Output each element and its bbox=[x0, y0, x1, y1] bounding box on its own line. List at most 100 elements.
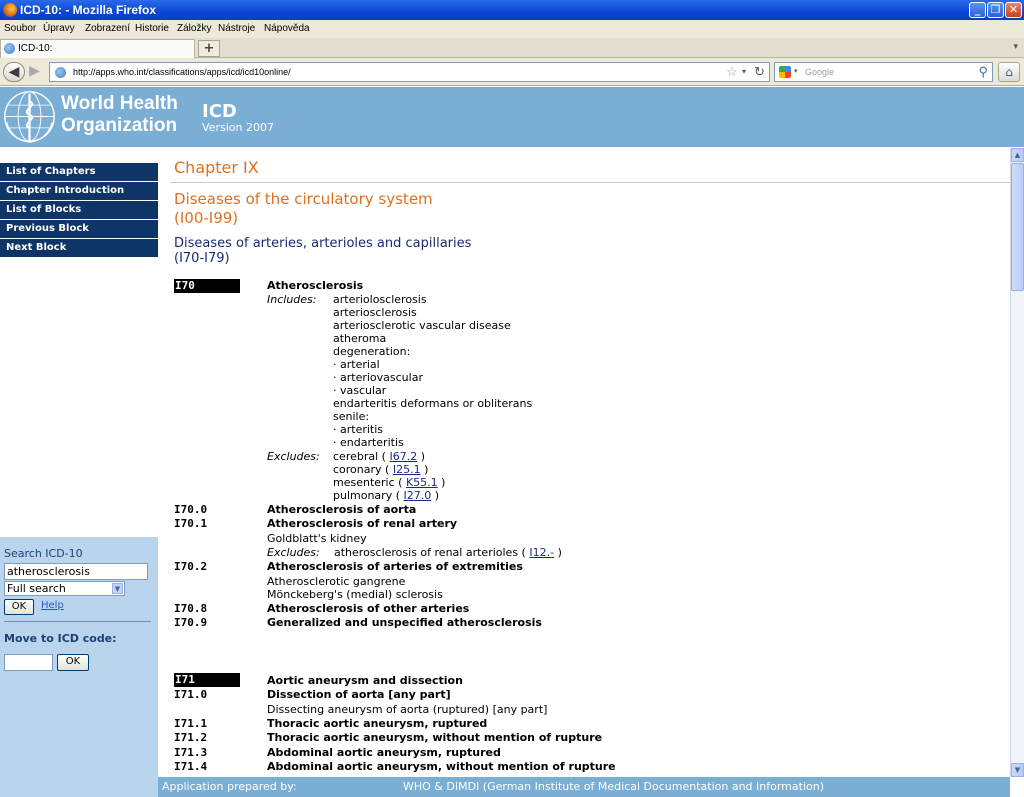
tab-label: ICD-10: bbox=[18, 43, 53, 54]
includes-item: · arteriovascular bbox=[333, 371, 423, 384]
chapter-title: Diseases of the circulatory system (I00-… bbox=[174, 190, 433, 228]
url-text: http://apps.who.int/classifications/apps… bbox=[73, 67, 291, 77]
footer-prepared-by: Application prepared by: bbox=[162, 780, 297, 793]
scroll-up-icon[interactable]: ▲ bbox=[1011, 148, 1024, 162]
url-bar[interactable]: http://apps.who.int/classifications/apps… bbox=[49, 62, 770, 82]
includes-item: · arterial bbox=[333, 358, 380, 371]
window-title-bar: ICD-10: - Mozilla Firefox _ ❐ ✕ bbox=[0, 0, 1024, 20]
back-button[interactable]: ◀ bbox=[3, 62, 25, 82]
menu-napoveda[interactable]: Nápověda bbox=[264, 23, 310, 34]
search-icon[interactable]: ⚲ bbox=[978, 64, 988, 80]
subcategory-code: I70.2 bbox=[174, 560, 208, 573]
ref-link-i12[interactable]: I12.- bbox=[529, 546, 554, 559]
menu-soubor[interactable]: Soubor bbox=[4, 23, 36, 34]
menu-zalozky[interactable]: Záložky bbox=[177, 23, 211, 34]
home-button[interactable]: ⌂ bbox=[998, 62, 1020, 82]
search-heading: Search ICD-10 bbox=[4, 547, 83, 560]
bookmark-star-icon[interactable]: ☆ bbox=[726, 64, 738, 80]
excludes-item: mesenteric ( K55.1 ) bbox=[333, 476, 446, 489]
subcategory-title: Thoracic aortic aneurysm, without mentio… bbox=[267, 731, 603, 744]
firefox-icon bbox=[3, 3, 17, 17]
inclusion-term: Dissecting aneurysm of aorta (ruptured) … bbox=[267, 703, 548, 716]
globe-icon bbox=[4, 43, 15, 54]
subcategory-title: Atherosclerosis of arteries of extremiti… bbox=[267, 560, 523, 573]
new-tab-button[interactable]: + bbox=[198, 40, 220, 57]
app-title: ICD bbox=[202, 101, 237, 122]
minimize-button[interactable]: _ bbox=[969, 2, 986, 18]
menu-zobrazeni[interactable]: Zobrazení bbox=[85, 23, 130, 34]
ref-link-k55-1[interactable]: K55.1 bbox=[406, 476, 438, 489]
subcategory-code: I71.2 bbox=[174, 731, 208, 744]
menu-historie[interactable]: Historie bbox=[135, 23, 169, 34]
chevron-down-icon[interactable]: ▼ bbox=[112, 583, 123, 594]
site-globe-icon bbox=[55, 67, 66, 78]
subcategory-code: I71.3 bbox=[174, 746, 208, 759]
block-title-line2: (I70-I79) bbox=[174, 251, 230, 266]
excludes-text: coronary bbox=[333, 463, 382, 476]
subcategory-title: Atherosclerosis of aorta bbox=[267, 503, 417, 516]
nav-chapter-introduction[interactable]: Chapter Introduction bbox=[0, 182, 158, 201]
subcategory-code: I70.1 bbox=[174, 517, 208, 530]
subcategory-code: I71.1 bbox=[174, 717, 208, 730]
menu-upravy[interactable]: Úpravy bbox=[43, 23, 75, 34]
includes-item: · vascular bbox=[333, 384, 387, 397]
nav-previous-block[interactable]: Previous Block bbox=[0, 220, 158, 239]
google-icon[interactable] bbox=[779, 66, 791, 78]
who-emblem-icon[interactable] bbox=[1, 88, 58, 145]
panel-divider bbox=[4, 621, 151, 622]
engine-dropdown-icon[interactable]: ▾ bbox=[794, 67, 798, 75]
subcategory-code: I71.0 bbox=[174, 688, 208, 701]
nav-list-of-chapters[interactable]: List of Chapters bbox=[0, 163, 158, 182]
includes-item: · arteritis bbox=[333, 423, 384, 436]
nav-list-of-blocks[interactable]: List of Blocks bbox=[0, 201, 158, 220]
who-wordmark: World Health Organization bbox=[61, 93, 178, 137]
inclusion-term: Atherosclerotic gangrene bbox=[267, 575, 406, 588]
scroll-down-icon[interactable]: ▼ bbox=[1011, 763, 1024, 777]
navigation-bar: ◀ ▶ http://apps.who.int/classifications/… bbox=[0, 58, 1024, 86]
subcategory-title: Atherosclerosis of other arteries bbox=[267, 602, 470, 615]
maximize-button[interactable]: ❐ bbox=[987, 2, 1004, 18]
ref-link-i25-1[interactable]: I25.1 bbox=[393, 463, 421, 476]
subcategory-code: I70.9 bbox=[174, 616, 208, 629]
forward-button[interactable]: ▶ bbox=[26, 62, 43, 82]
ref-link-i27-0[interactable]: I27.0 bbox=[404, 489, 432, 502]
search-ok-button[interactable]: OK bbox=[4, 599, 34, 615]
excludes-label: Excludes: bbox=[267, 546, 320, 559]
chapter-title-line2: (I00-I99) bbox=[174, 209, 239, 227]
excludes-item: atherosclerosis of renal arterioles ( I1… bbox=[334, 546, 562, 559]
subcategory-title: Abdominal aortic aneurysm, ruptured bbox=[267, 746, 501, 759]
block-title: Diseases of arteries, arterioles and cap… bbox=[174, 236, 471, 266]
move-ok-button[interactable]: OK bbox=[57, 654, 89, 671]
search-mode-value: Full search bbox=[7, 582, 66, 595]
search-mode-select[interactable]: Full search ▼ bbox=[4, 581, 125, 596]
app-version: Version 2007 bbox=[202, 121, 274, 134]
tab-icd10[interactable]: ICD-10: bbox=[0, 39, 195, 58]
excludes-text: cerebral bbox=[333, 450, 379, 463]
search-input[interactable] bbox=[4, 563, 148, 580]
category-title: Atherosclerosis bbox=[267, 279, 364, 292]
chapter-title-line1: Diseases of the circulatory system bbox=[174, 190, 433, 208]
window-title: ICD-10: - Mozilla Firefox bbox=[20, 3, 157, 17]
includes-item: arteriolosclerosis bbox=[333, 293, 427, 306]
chapter-heading: Chapter IX bbox=[174, 158, 259, 177]
menu-nastroje[interactable]: Nástroje bbox=[218, 23, 255, 34]
scroll-thumb[interactable] bbox=[1011, 163, 1024, 291]
sidebar-nav: List of Chapters Chapter Introduction Li… bbox=[0, 163, 158, 258]
search-bar[interactable]: ▾ Google ⚲ bbox=[774, 62, 993, 82]
ref-link-i67-2[interactable]: I67.2 bbox=[389, 450, 417, 463]
history-dropdown-icon[interactable]: ▾ bbox=[742, 67, 746, 76]
tab-list-chevron-icon[interactable]: ▾ bbox=[1013, 42, 1018, 52]
includes-item: endarteritis deformans or obliterans bbox=[333, 397, 533, 410]
subcategory-title: Dissection of aorta [any part] bbox=[267, 688, 451, 701]
nav-next-block[interactable]: Next Block bbox=[0, 239, 158, 258]
help-link[interactable]: Help bbox=[41, 600, 64, 611]
includes-item: arteriosclerotic vascular disease bbox=[333, 319, 511, 332]
excludes-label: Excludes: bbox=[267, 450, 320, 463]
vertical-scrollbar[interactable]: ▲ ▼ bbox=[1010, 148, 1024, 777]
icd-code-input[interactable] bbox=[4, 654, 53, 671]
close-button[interactable]: ✕ bbox=[1005, 2, 1022, 18]
subcategory-code: I71.4 bbox=[174, 760, 208, 773]
who-header: World Health Organization ICD Version 20… bbox=[0, 87, 1024, 147]
reload-icon[interactable]: ↻ bbox=[754, 64, 765, 80]
subcategory-title: Thoracic aortic aneurysm, ruptured bbox=[267, 717, 488, 730]
